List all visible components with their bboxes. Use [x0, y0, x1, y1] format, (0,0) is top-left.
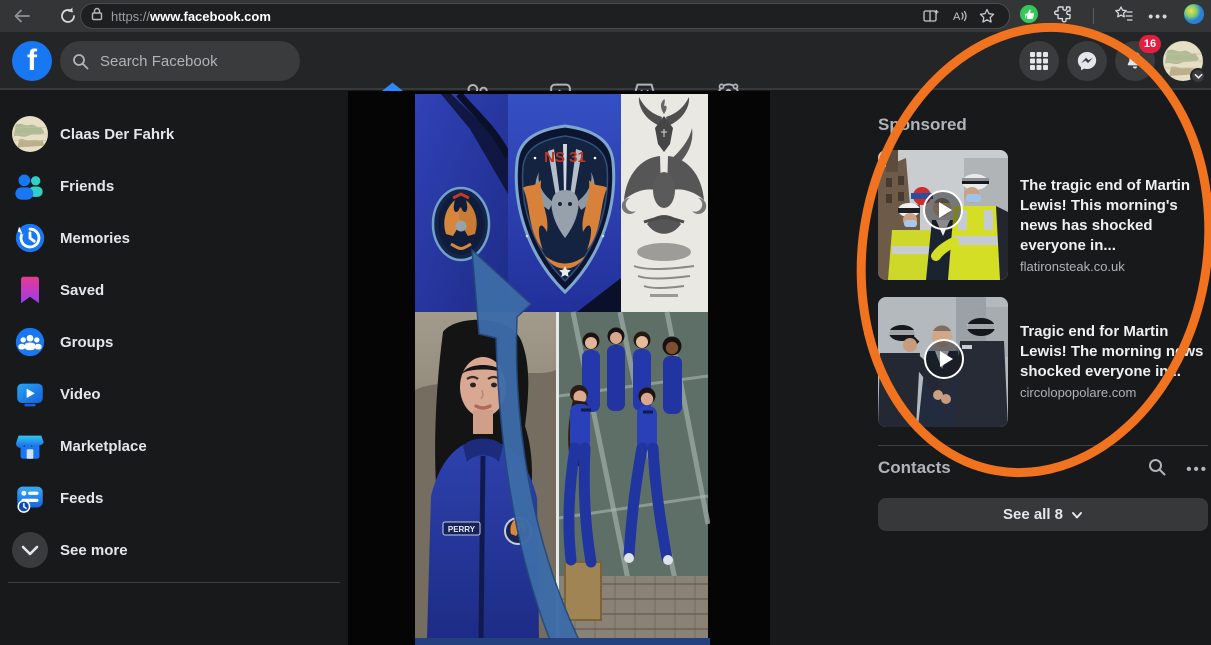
sidebar-item-label: Saved [60, 282, 104, 299]
friends-icon [12, 168, 48, 204]
toolbar-divider [1093, 8, 1094, 24]
sidebar-item-feeds[interactable]: Feeds [8, 476, 340, 520]
notifications-button[interactable]: 16 [1115, 41, 1155, 81]
contacts-search-icon[interactable] [1148, 458, 1166, 481]
feeds-icon [12, 480, 48, 516]
sidebar-item-label: Friends [60, 178, 114, 195]
see-all-label: See all 8 [1003, 506, 1063, 523]
sidebar-item-groups[interactable]: Groups [8, 320, 340, 364]
memories-icon [12, 220, 48, 256]
facebook-logo[interactable]: f [12, 41, 52, 81]
screen: https://www.facebook.com A [0, 0, 1211, 645]
sidebar-item-label: Feeds [60, 490, 103, 507]
sidebar-item-saved[interactable]: Saved [8, 268, 340, 312]
suit-name-tag: PERRY [448, 525, 476, 534]
sidebar-item-friends[interactable]: Friends [8, 164, 340, 208]
sidebar-item-video[interactable]: Video [8, 372, 340, 416]
apps-menu-button[interactable] [1019, 41, 1059, 81]
chevron-down-icon [1071, 509, 1083, 521]
collage-patch-closeup: NS 31 [508, 94, 621, 312]
url-text[interactable]: https://www.facebook.com [111, 9, 917, 24]
account-chevron-icon [1190, 68, 1206, 84]
messenger-icon [1076, 50, 1098, 72]
extensions-icon[interactable] [1053, 4, 1073, 29]
sidebar-item-marketplace[interactable]: Marketplace [8, 424, 340, 468]
sponsored-ad-1[interactable]: The tragic end of Martin Lewis! This mor… [878, 150, 1211, 280]
sidebar-item-label: See more [60, 542, 128, 559]
collections-icon[interactable] [1114, 4, 1134, 29]
sidebar-item-label: Marketplace [60, 438, 147, 455]
ad-thumbnail[interactable] [878, 297, 1008, 427]
contacts-heading: Contacts [878, 458, 951, 478]
ad-domain: circolopopolare.com [1020, 385, 1211, 400]
lock-icon [89, 6, 105, 27]
ad-title[interactable]: The tragic end of Martin Lewis! This mor… [1020, 176, 1211, 256]
play-button[interactable] [923, 190, 963, 230]
sidebar-divider [8, 582, 340, 583]
svg-text:A: A [953, 11, 961, 23]
read-aloud-icon[interactable]: A [945, 2, 973, 30]
video-icon [12, 376, 48, 412]
refresh-icon[interactable] [54, 2, 82, 30]
rail-divider [878, 445, 1208, 446]
ad-blocker-icon[interactable] [1019, 4, 1039, 29]
sidebar-item-profile[interactable]: Claas Der Fahrk [8, 112, 340, 156]
saved-icon [12, 272, 48, 308]
ad-thumbnail[interactable] [878, 150, 1008, 280]
browser-toolbar: https://www.facebook.com A [0, 0, 1211, 32]
header-right-cluster: 16 [1019, 41, 1203, 81]
apps-grid-icon [1029, 51, 1049, 71]
marketplace-icon [12, 428, 48, 464]
profile-name: Claas Der Fahrk [60, 126, 174, 143]
messenger-button[interactable] [1067, 41, 1107, 81]
url-host: www.facebook.com [150, 9, 271, 24]
facebook-header: f [0, 32, 1211, 90]
split-screen-icon[interactable] [917, 2, 945, 30]
patch-mission-text: NS 31 [544, 149, 586, 166]
profile-avatar-button[interactable] [1163, 41, 1203, 81]
back-icon[interactable] [8, 2, 36, 30]
see-more-icon [12, 532, 48, 568]
sponsored-heading: Sponsored [878, 115, 967, 135]
ad-domain: flatironsteak.co.uk [1020, 259, 1211, 274]
bell-icon [1124, 50, 1146, 72]
post-media-container: NS 31 [348, 91, 770, 645]
notification-badge: 16 [1139, 35, 1161, 53]
sponsored-ad-2[interactable]: Tragic end for Martin Lewis! The morning… [878, 297, 1211, 427]
collage-bottom-strip [415, 638, 710, 645]
play-button[interactable] [924, 339, 964, 379]
sidebar-item-label: Groups [60, 334, 113, 351]
sidebar-item-see-more[interactable]: See more [8, 528, 340, 572]
browser-more-icon[interactable]: ••• [1148, 8, 1169, 24]
collage-crew-photo [559, 312, 708, 638]
contacts-header: Contacts ••• [878, 458, 1208, 482]
post-collage-image[interactable]: NS 31 [415, 94, 710, 645]
search-icon [72, 53, 89, 75]
left-sidebar: Claas Der Fahrk Friends Memories Saved G [0, 90, 348, 645]
see-all-button[interactable]: See all 8 [878, 498, 1208, 531]
contacts-more-icon[interactable]: ••• [1186, 461, 1208, 478]
url-scheme: https:// [111, 9, 150, 24]
browser-profile-avatar[interactable] [1183, 3, 1205, 30]
address-bar[interactable]: https://www.facebook.com A [80, 3, 1010, 29]
right-sidebar: Sponsored [878, 90, 1211, 645]
collage-baphomet-drawing [621, 94, 708, 312]
ad-title[interactable]: Tragic end for Martin Lewis! The morning… [1020, 322, 1211, 382]
sidebar-item-memories[interactable]: Memories [8, 216, 340, 260]
groups-icon [12, 324, 48, 360]
sidebar-item-label: Video [60, 386, 101, 403]
user-avatar [12, 116, 48, 152]
sidebar-item-label: Memories [60, 230, 130, 247]
search-input[interactable] [60, 41, 300, 81]
favorite-star-icon[interactable] [973, 2, 1001, 30]
